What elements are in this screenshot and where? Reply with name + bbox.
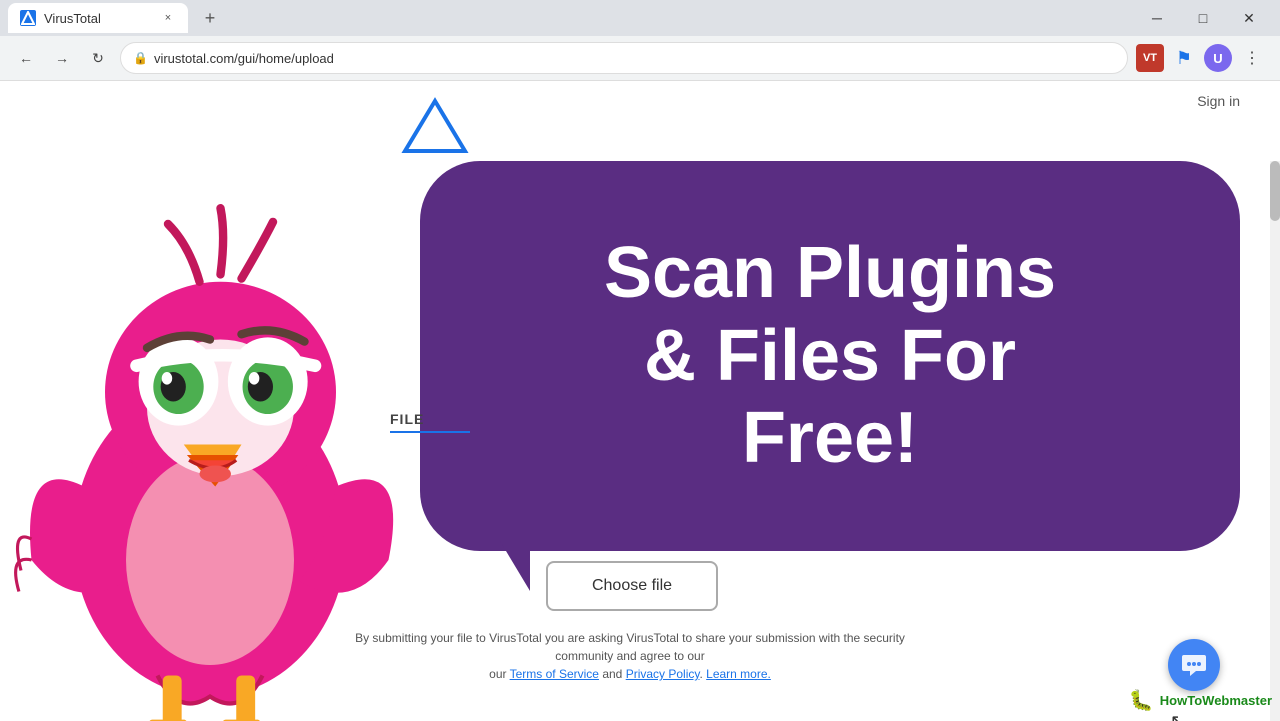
url-text: virustotal.com/gui/home/upload xyxy=(154,51,334,66)
privacy-policy-link[interactable]: Privacy Policy xyxy=(626,667,700,681)
title-bar: VirusTotal × + ─ □ ✕ xyxy=(0,0,1280,36)
window-controls: ─ □ ✕ xyxy=(1134,0,1272,36)
vt-logo-svg xyxy=(400,96,470,156)
close-button[interactable]: ✕ xyxy=(1226,0,1272,36)
new-tab-button[interactable]: + xyxy=(196,4,224,32)
lock-icon: 🔒 xyxy=(133,51,148,65)
nav-actions: VT ⚑ U ⋮ xyxy=(1136,42,1268,74)
chat-icon xyxy=(1180,651,1208,679)
refresh-button[interactable]: ↻ xyxy=(84,44,112,72)
nav-bar: ← → ↻ 🔒 virustotal.com/gui/home/upload V… xyxy=(0,36,1280,80)
user-avatar[interactable]: U xyxy=(1204,44,1232,72)
page-content: Sign in Scan Plugins& Files ForFree! FIL… xyxy=(0,81,1280,721)
maximize-button[interactable]: □ xyxy=(1180,0,1226,36)
scrollbar-thumb[interactable] xyxy=(1270,161,1280,221)
disclaimer-prefix: By submitting your file to VirusTotal yo… xyxy=(355,631,905,663)
bubble-text: Scan Plugins& Files ForFree! xyxy=(564,212,1096,500)
forward-button[interactable]: → xyxy=(48,44,76,72)
tab-close-button[interactable]: × xyxy=(160,10,176,26)
tab-favicon xyxy=(20,10,36,26)
browser-chrome: VirusTotal × + ─ □ ✕ ← → ↻ 🔒 virustotal.… xyxy=(0,0,1280,81)
minimize-button[interactable]: ─ xyxy=(1134,0,1180,36)
chat-widget-button[interactable] xyxy=(1168,639,1220,691)
scrollbar[interactable] xyxy=(1270,161,1280,721)
extension-icon-2[interactable]: ⚑ xyxy=(1168,42,1200,74)
watermark-icon: 🐛 xyxy=(1129,688,1154,713)
disclaimer-text: By submitting your file to VirusTotal yo… xyxy=(350,629,910,683)
tab-title: VirusTotal xyxy=(44,11,101,26)
vt-logo xyxy=(400,96,470,161)
watermark: 🐛 HowToWebmaster xyxy=(1129,688,1272,713)
sign-in-link[interactable]: Sign in xyxy=(1197,93,1240,109)
more-button[interactable]: ⋮ xyxy=(1236,42,1268,74)
choose-file-button[interactable]: Choose file xyxy=(546,561,718,611)
watermark-text: HowToWebmaster xyxy=(1160,693,1272,708)
terms-of-service-link[interactable]: Terms of Service xyxy=(510,667,599,681)
browser-tab[interactable]: VirusTotal × xyxy=(8,3,188,33)
address-bar[interactable]: 🔒 virustotal.com/gui/home/upload xyxy=(120,42,1128,74)
disclaimer-and: and xyxy=(602,667,622,681)
bird-character xyxy=(0,161,420,701)
back-button[interactable]: ← xyxy=(12,44,40,72)
learn-more-link[interactable]: Learn more. xyxy=(706,667,771,681)
speech-bubble: Scan Plugins& Files ForFree! xyxy=(420,161,1240,551)
extension-icon-1[interactable]: VT xyxy=(1136,44,1164,72)
